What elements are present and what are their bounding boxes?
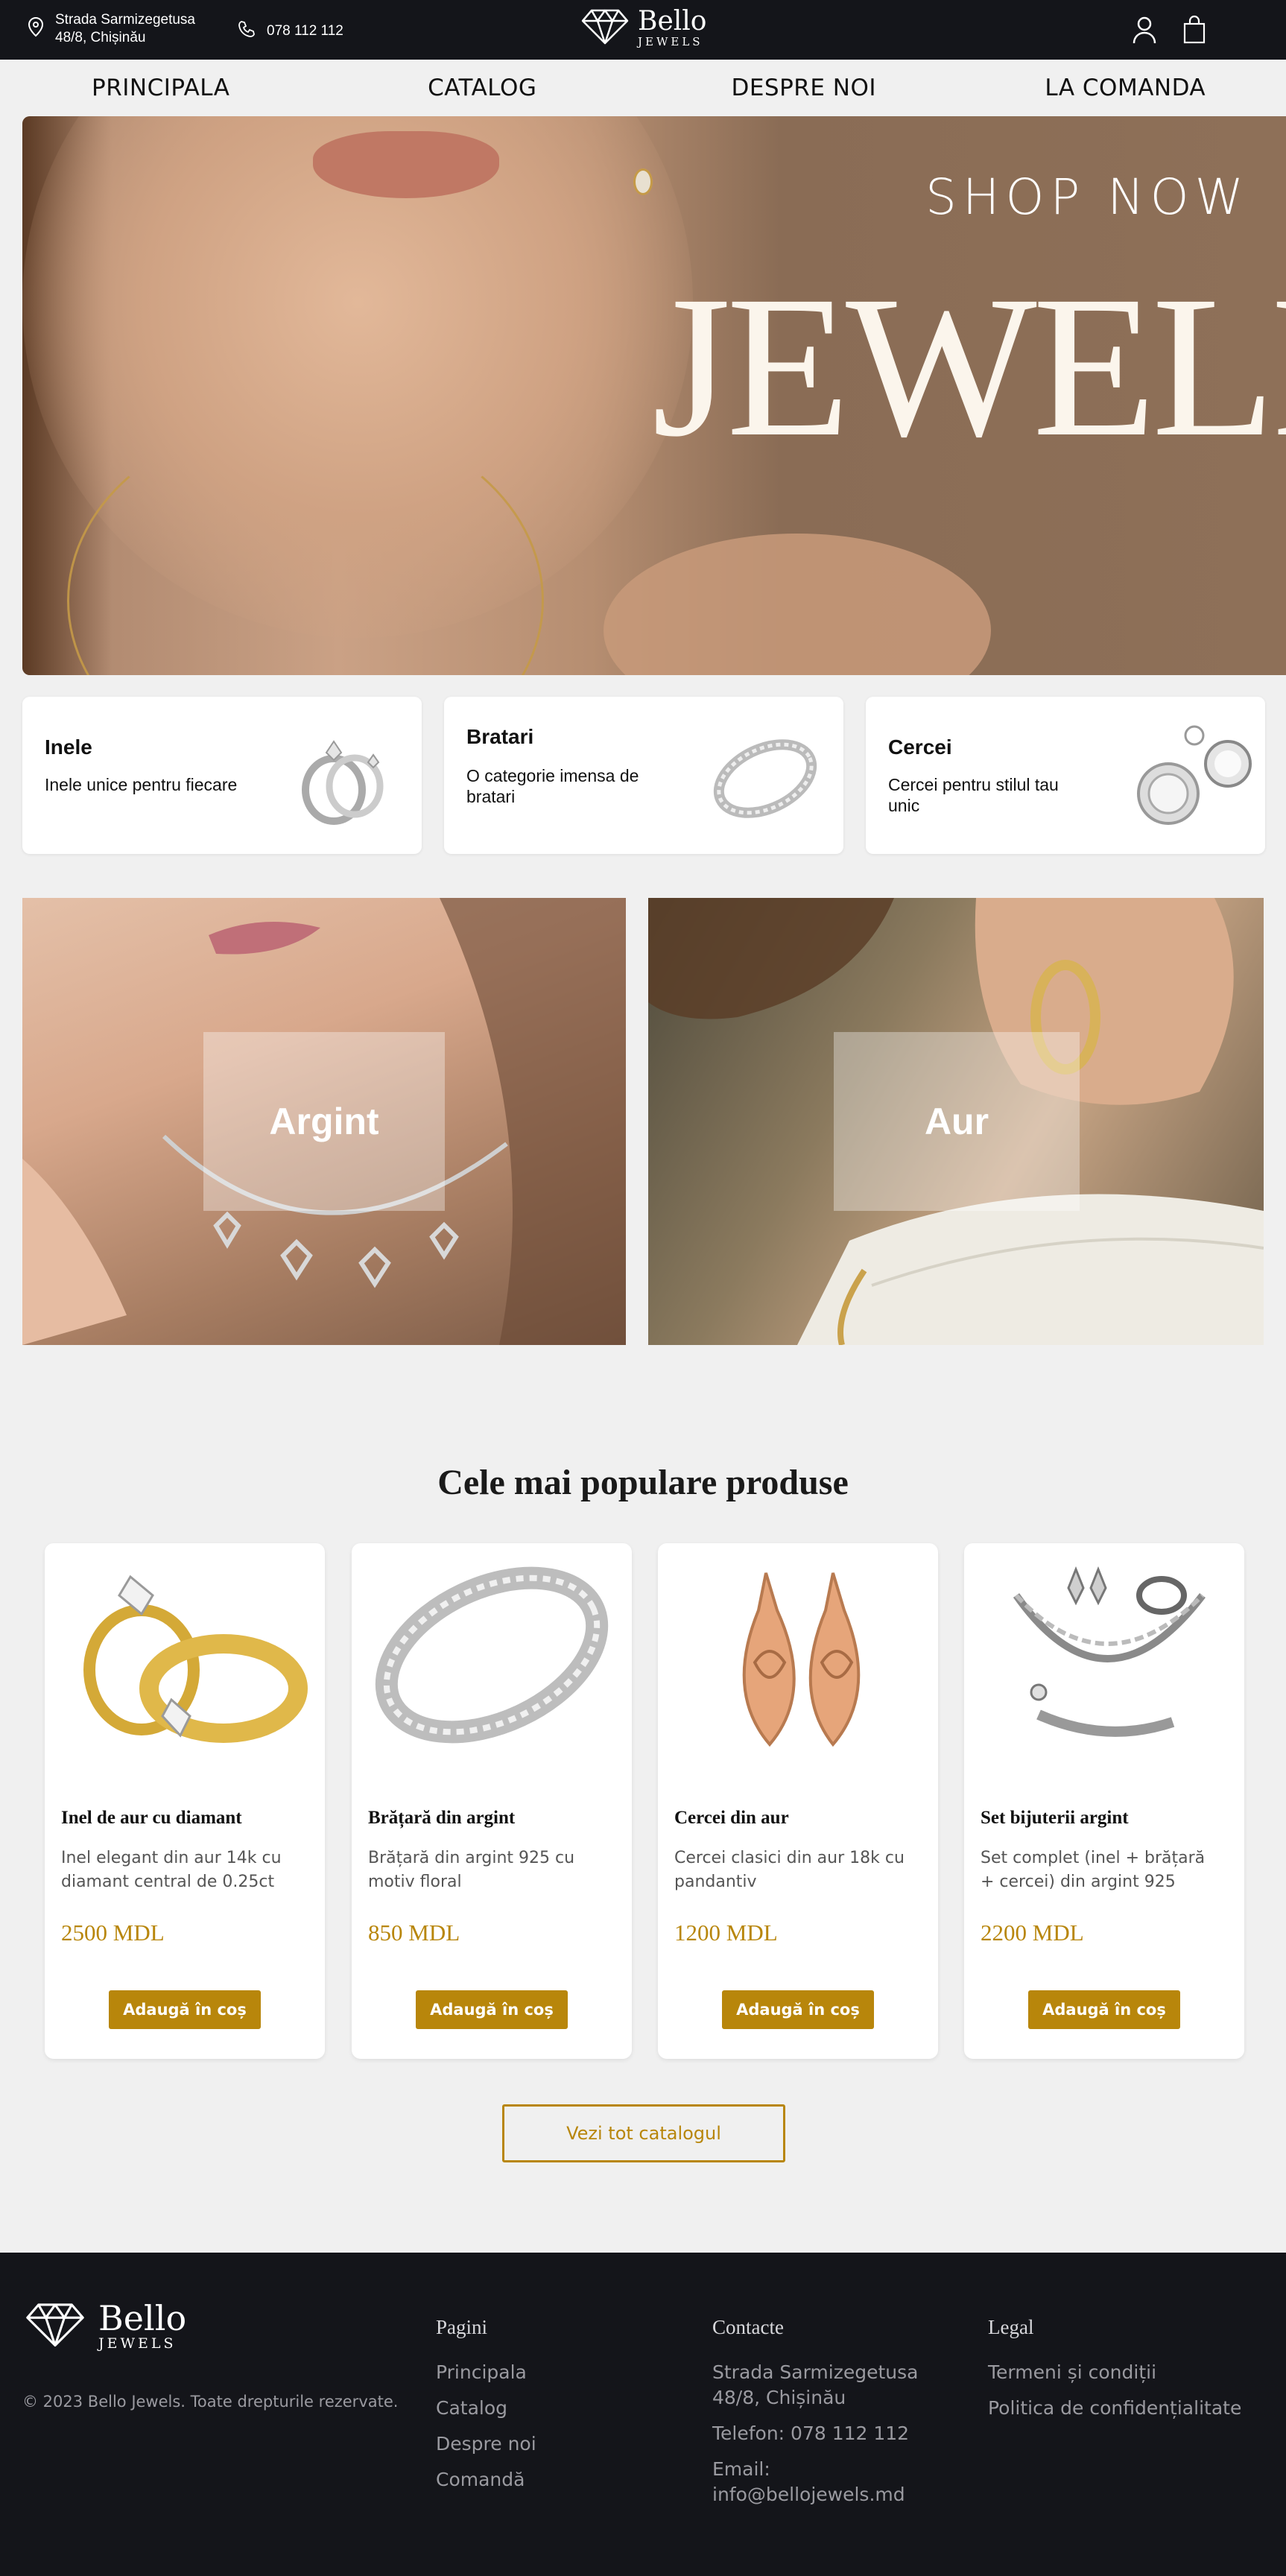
- product-description: Inel elegant din aur 14k cu diamant cent…: [61, 1849, 282, 1891]
- header-address-text: Strada Sarmizegetusa 48/8, Chișinău: [55, 12, 195, 45]
- footer-link-comanda[interactable]: Comandă: [436, 2467, 536, 2493]
- hero-lips-shape: [313, 131, 499, 198]
- footer-logo-main: Bello: [98, 2298, 187, 2338]
- footer-link-catalog[interactable]: Catalog: [436, 2396, 536, 2421]
- footer-link-principala[interactable]: Principala: [436, 2360, 536, 2385]
- site-logo[interactable]: Bello JEWELS: [581, 7, 706, 48]
- product-card[interactable]: Brățară din argint Brățară din argint 92…: [352, 1543, 632, 2059]
- hero-banner[interactable]: SHOP NOW JEWELRY: [22, 116, 1286, 675]
- footer-link-despre-noi[interactable]: Despre noi: [436, 2431, 536, 2457]
- product-card[interactable]: Cercei din aur Cercei clasici din aur 18…: [658, 1543, 938, 2059]
- product-description: Set complet (inel + brățară + cercei) di…: [981, 1849, 1206, 1891]
- product-price: 2500 MDL: [61, 1920, 165, 1946]
- banner-argint[interactable]: Argint: [22, 898, 626, 1345]
- site-footer: Bello JEWELS © 2023 Bello Jewels. Toate …: [0, 2253, 1286, 2576]
- banner-label: Argint: [203, 1032, 445, 1211]
- footer-contact-email[interactable]: Email: info@bellojewels.md: [712, 2457, 966, 2507]
- product-description: Brățară din argint 925 cu motiv floral: [368, 1849, 575, 1891]
- silver-jewelry-set-image: [979, 1551, 1229, 1767]
- nav-item-catalog[interactable]: CATALOG: [322, 60, 644, 116]
- shopping-bag-icon[interactable]: [1182, 15, 1207, 48]
- product-name[interactable]: Set bijuterii argint: [981, 1808, 1129, 1829]
- footer-link-terms[interactable]: Termeni și condiții: [988, 2360, 1241, 2385]
- phone-icon: [237, 19, 256, 43]
- category-title: Inele: [45, 735, 92, 759]
- hero-earring-shape: [633, 168, 653, 195]
- logo-wordmark: Bello JEWELS: [638, 8, 706, 48]
- footer-logo-wordmark: Bello JEWELS: [98, 2301, 186, 2351]
- add-to-cart-button[interactable]: Adaugă în coș: [722, 1990, 874, 2029]
- footer-contact-address: Strada Sarmizegetusa 48/8, Chișinău: [712, 2361, 919, 2408]
- product-card[interactable]: Inel de aur cu diamant Inel elegant din …: [45, 1543, 325, 2059]
- category-card-cercei[interactable]: Cercei Cercei pentru stilul tau unic: [866, 697, 1265, 854]
- product-card[interactable]: Set bijuterii argint Set complet (inel +…: [964, 1543, 1244, 2059]
- product-price: 2200 MDL: [981, 1920, 1084, 1946]
- diamond-logo-icon: [581, 7, 629, 48]
- header-address: Strada Sarmizegetusa 48/8, Chișinău: [27, 11, 219, 47]
- view-catalog-button[interactable]: Vezi tot catalogul: [502, 2104, 785, 2162]
- copyright-text: © 2023 Bello Jewels. Toate drepturile re…: [22, 2393, 399, 2411]
- logo-sub: JEWELS: [638, 35, 703, 48]
- diamond-logo-icon: [24, 2301, 86, 2351]
- gold-diamond-ring-image: [60, 1551, 310, 1767]
- footer-link-privacy[interactable]: Politica de confidențialitate: [988, 2396, 1241, 2421]
- footer-column-title: Contacte: [712, 2316, 784, 2338]
- add-to-cart-button[interactable]: Adaugă în coș: [416, 1990, 568, 2029]
- popular-products-title: Cele mai populare produse: [437, 1463, 849, 1502]
- footer-column-title: Pagini: [436, 2316, 488, 2338]
- location-pin-icon: [27, 16, 45, 42]
- product-name[interactable]: Inel de aur cu diamant: [61, 1808, 242, 1829]
- footer-logo[interactable]: Bello JEWELS: [24, 2301, 186, 2351]
- banner-aur[interactable]: Aur: [648, 898, 1264, 1345]
- footer-contact-phone[interactable]: Telefon: 078 112 112: [712, 2421, 966, 2446]
- category-title: Cercei: [888, 735, 952, 759]
- hero-headline: JEWELRY: [652, 254, 1286, 478]
- bracelet-image: [709, 719, 821, 831]
- top-header: Strada Sarmizegetusa 48/8, Chișinău 078 …: [0, 0, 1286, 60]
- add-to-cart-button[interactable]: Adaugă în coș: [1028, 1990, 1180, 2029]
- main-nav: PRINCIPALA CATALOG DESPRE NOI LA COMANDA: [0, 60, 1286, 116]
- footer-column-title: Legal: [988, 2316, 1034, 2338]
- user-icon[interactable]: [1131, 15, 1158, 48]
- category-card-bratari[interactable]: Bratari O categorie imensa de bratari: [444, 697, 843, 854]
- silver-bracelet-image: [367, 1551, 617, 1767]
- gold-earrings-image: [673, 1551, 923, 1767]
- banner-label: Aur: [834, 1032, 1080, 1211]
- footer-contacts-column: Contacte Strada Sarmizegetusa 48/8, Chiș…: [712, 2316, 966, 2518]
- product-price: 1200 MDL: [674, 1920, 778, 1946]
- hero-hand-shape: [604, 534, 991, 675]
- nav-item-principala[interactable]: PRINCIPALA: [0, 60, 322, 116]
- ring-image: [288, 719, 399, 831]
- footer-legal-column: Legal Termeni și condiții Politica de co…: [988, 2316, 1241, 2431]
- header-phone-text: 078 112 112: [267, 23, 343, 39]
- footer-logo-sub: JEWELS: [98, 2335, 177, 2352]
- add-to-cart-button[interactable]: Adaugă în coș: [109, 1990, 261, 2029]
- category-subtitle: Inele unice pentru fiecare: [45, 775, 238, 794]
- hero-shop-now[interactable]: SHOP NOW: [925, 168, 1249, 226]
- category-card-inele[interactable]: Inele Inele unice pentru fiecare: [22, 697, 422, 854]
- nav-item-la-comanda[interactable]: LA COMANDA: [965, 60, 1286, 116]
- category-title: Bratari: [466, 725, 534, 748]
- nav-item-despre-noi[interactable]: DESPRE NOI: [643, 60, 965, 116]
- product-name[interactable]: Cercei din aur: [674, 1808, 789, 1829]
- header-phone[interactable]: 078 112 112: [237, 19, 343, 43]
- product-price: 850 MDL: [368, 1920, 460, 1946]
- logo-main: Bello: [638, 6, 707, 37]
- product-description: Cercei clasici din aur 18k cu pandantiv: [674, 1849, 905, 1891]
- category-subtitle: O categorie imensa de bratari: [466, 766, 639, 806]
- category-subtitle: Cercei pentru stilul tau unic: [888, 775, 1059, 815]
- product-name[interactable]: Brățară din argint: [368, 1808, 515, 1829]
- earrings-image: [1131, 719, 1252, 831]
- footer-pages-column: Pagini Principala Catalog Despre noi Com…: [436, 2316, 536, 2503]
